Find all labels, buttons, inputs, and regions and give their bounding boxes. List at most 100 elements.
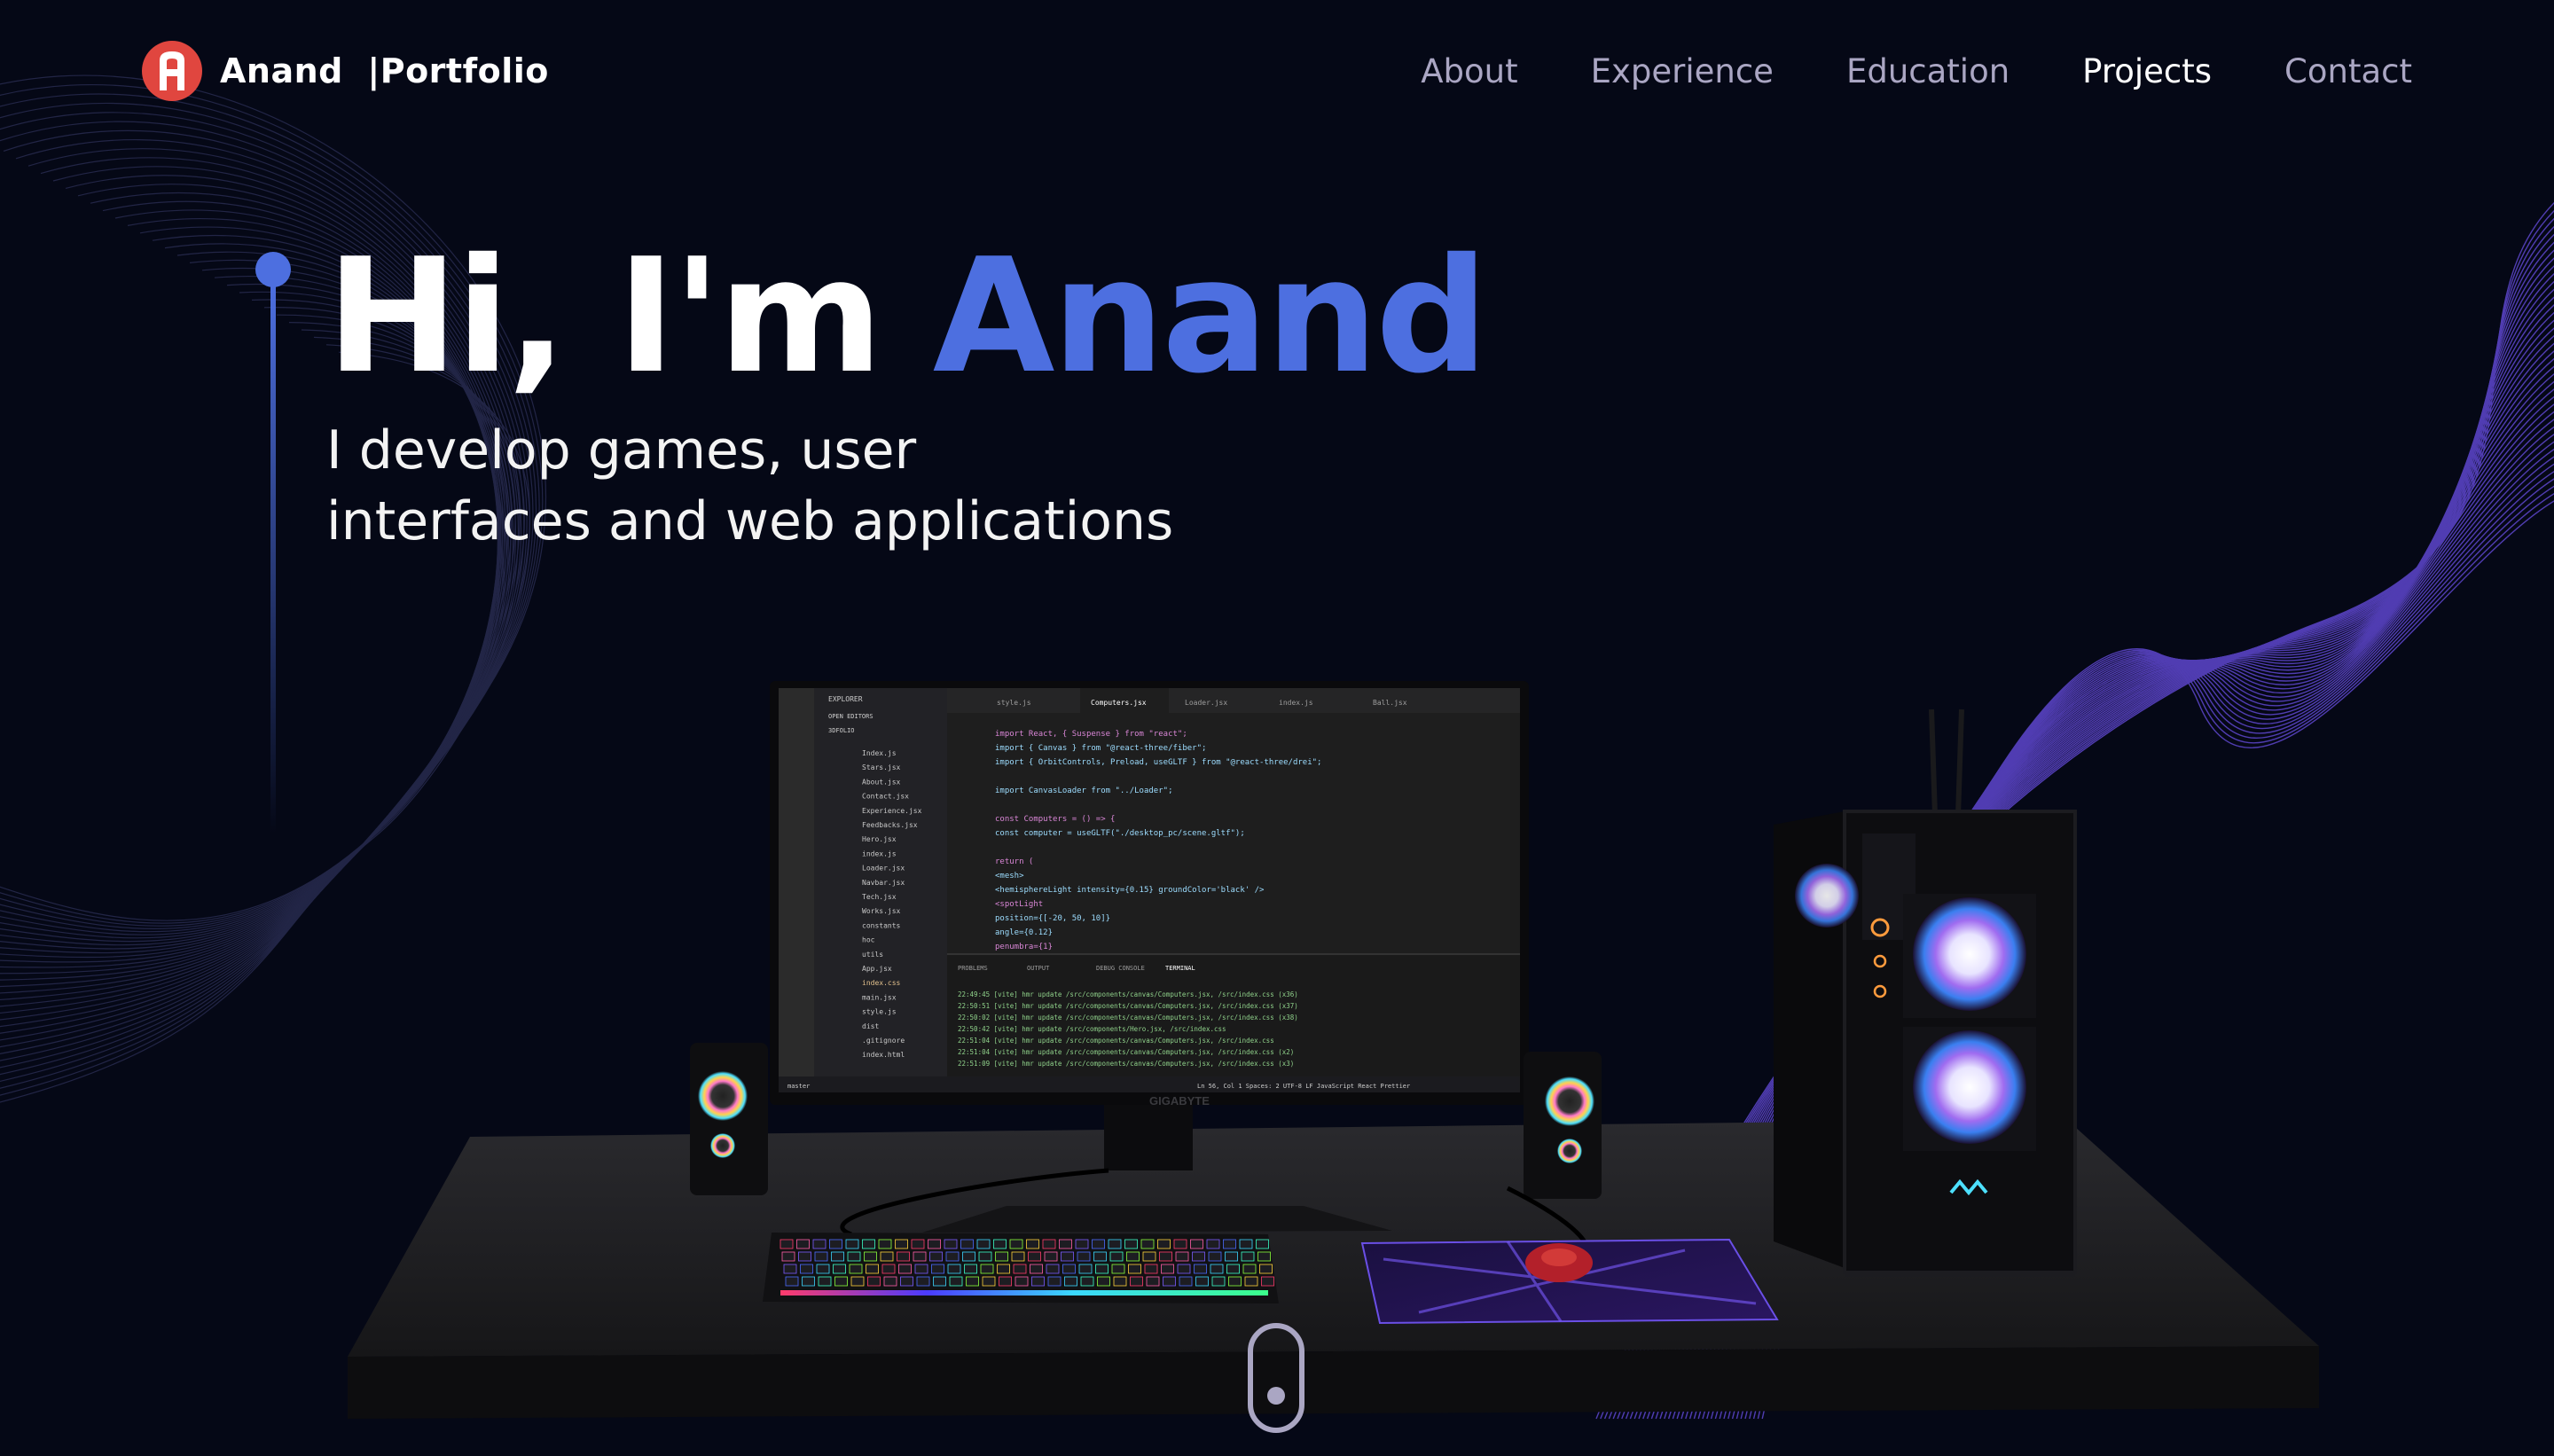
keyboard-key	[931, 1264, 944, 1274]
file-item: hoc	[862, 936, 875, 944]
keyboard-key	[982, 1276, 996, 1287]
keyboard-key	[1130, 1276, 1143, 1287]
keyboard-key	[1047, 1276, 1062, 1287]
file-item: Stars.jsx	[862, 763, 901, 771]
panel-tab: DEBUG CONSOLE	[1096, 965, 1145, 972]
terminal-line: 22:49:45 [vite] hmr update /src/componen…	[958, 990, 1298, 998]
editor-tab: Loader.jsx	[1185, 699, 1227, 707]
keyboard-key	[847, 1251, 861, 1262]
panel-tab: PROBLEMS	[958, 965, 988, 972]
keyboard-key	[780, 1239, 794, 1249]
terminal-line: 22:50:51 [vite] hmr update /src/componen…	[958, 1002, 1298, 1010]
keyboard-key	[1046, 1264, 1060, 1274]
explorer-title: EXPLORER	[828, 695, 863, 703]
keyboard-key	[1190, 1239, 1203, 1249]
keyboard-key	[850, 1276, 865, 1287]
status-branch: master	[787, 1083, 810, 1090]
file-item: style.js	[862, 1008, 897, 1016]
keyboard-key	[1211, 1276, 1226, 1287]
keyboard-key	[1077, 1251, 1091, 1262]
keyboard-key	[1042, 1239, 1056, 1249]
keyboard-key	[1144, 1264, 1158, 1274]
code-line: import React, { Suspense } from "react";	[995, 730, 1187, 739]
code-line: position={[-20, 50, 10]}	[995, 914, 1110, 923]
file-item: Contact.jsx	[862, 793, 909, 801]
file-item: App.jsx	[862, 965, 892, 973]
code-line: return (	[995, 857, 1033, 866]
panel-tab: TERMINAL	[1165, 965, 1195, 972]
terminal-line: 22:51:04 [vite] hmr update /src/componen…	[958, 1048, 1294, 1056]
keyboard-key	[1128, 1264, 1141, 1274]
file-item: Tech.jsx	[862, 893, 897, 901]
keyboard-key	[1031, 1276, 1045, 1287]
keyboard-key	[818, 1276, 832, 1287]
keyboard-key	[1261, 1276, 1274, 1287]
keyboard-key	[1092, 1239, 1105, 1249]
editor-tab: Ball.jsx	[1373, 699, 1407, 707]
keyboard-key	[833, 1264, 846, 1274]
keyboard-key	[911, 1239, 925, 1249]
keyboard-key	[897, 1251, 910, 1262]
keyboard-key	[781, 1251, 795, 1262]
keyboard-key	[829, 1239, 842, 1249]
keyboard-key	[1228, 1276, 1242, 1287]
keyboard-key	[1242, 1264, 1257, 1274]
keyboard-key	[1093, 1251, 1107, 1262]
keyboard-key	[1173, 1239, 1187, 1249]
keyboard-key	[962, 1251, 975, 1262]
code-line: <spotLight	[995, 900, 1043, 909]
keyboard-key	[862, 1239, 875, 1249]
monitor-brand: GIGABYTE	[1149, 1094, 1210, 1108]
keyboard-key	[944, 1239, 958, 1249]
keyboard-key	[849, 1264, 863, 1274]
keyboard-key	[845, 1239, 859, 1249]
file-item: Works.jsx	[862, 907, 901, 915]
code-line: import { Canvas } from "@react-three/fib…	[995, 744, 1206, 753]
keyboard-key	[785, 1276, 799, 1287]
keyboard-key	[783, 1264, 797, 1274]
keyboard-key	[867, 1276, 881, 1287]
keyboard-key	[1015, 1276, 1029, 1287]
keyboard-key	[812, 1239, 827, 1249]
keyboard-key	[878, 1239, 892, 1249]
keyboard-key	[947, 1264, 961, 1274]
keyboard-key	[814, 1251, 828, 1262]
file-item: .gitignore	[862, 1037, 905, 1045]
keyboard-key	[914, 1264, 928, 1274]
desktop-pc-scene[interactable]: EXPLORER OPEN EDITORS 3DFOLIO Index.js Stars…	[0, 0, 2554, 1456]
keyboard-key	[1161, 1264, 1174, 1274]
left-speaker	[690, 1043, 768, 1195]
file-item: Feedbacks.jsx	[862, 821, 918, 829]
pc-tower	[1774, 708, 2077, 1277]
mouse-highlight	[1541, 1249, 1577, 1266]
file-item: utils	[862, 951, 883, 959]
scroll-down-indicator[interactable]	[1248, 1323, 1304, 1433]
keyboard-key	[816, 1264, 830, 1274]
keyboard-key	[1140, 1239, 1155, 1249]
keyboard-key	[945, 1251, 960, 1262]
keyboard-key	[1078, 1264, 1093, 1274]
keyboard-key	[1108, 1239, 1122, 1249]
keyboard-key	[964, 1264, 977, 1274]
keyboard-key	[898, 1264, 912, 1274]
code-line: penumbra={1}	[995, 943, 1053, 951]
status-info: Ln 56, Col 1 Spaces: 2 UTF-8 LF JavaScri…	[1197, 1083, 1410, 1090]
file-item: main.jsx	[862, 993, 897, 1001]
keyboard-key	[1177, 1264, 1191, 1274]
keyboard-key	[1126, 1251, 1140, 1262]
keyboard-key	[1146, 1276, 1160, 1287]
keyboard-key	[864, 1251, 877, 1262]
keyboard-key	[1095, 1264, 1109, 1274]
keyboard-key	[1124, 1239, 1138, 1249]
keyboard-key	[1256, 1239, 1269, 1249]
keyboard-key	[929, 1251, 943, 1262]
keyboard-key	[916, 1276, 930, 1287]
keyboard-key	[1241, 1251, 1255, 1262]
editor-tab: style.js	[997, 699, 1031, 707]
file-item: constants	[862, 921, 901, 929]
keyboard-key	[993, 1239, 1007, 1249]
keyboard-key	[1075, 1239, 1089, 1249]
keyboard-key	[1028, 1251, 1041, 1262]
keyboard-key	[1206, 1239, 1220, 1249]
keyboard-key	[1225, 1251, 1238, 1262]
